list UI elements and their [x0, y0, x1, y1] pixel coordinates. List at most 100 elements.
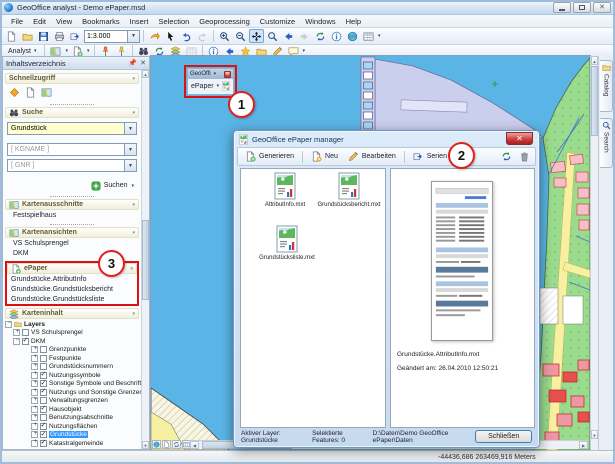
quick-diamond-icon[interactable] — [9, 87, 20, 98]
toolbar-overflow-icon[interactable]: ▾ — [377, 33, 382, 39]
tree-row-layers-root[interactable]: Layers — [5, 320, 139, 329]
expand-icon[interactable] — [31, 380, 38, 387]
layer-checkbox[interactable] — [40, 423, 47, 430]
layer-checkbox[interactable] — [40, 380, 47, 387]
tab-catalog[interactable]: Catalog — [600, 60, 613, 112]
menu-bookmarks[interactable]: Bookmarks — [77, 17, 125, 26]
tree-row-layer[interactable]: Grenzpunkte — [5, 346, 139, 355]
scale-dropdown-icon[interactable]: ▼ — [127, 31, 139, 42]
dropdown-icon[interactable]: ▼ — [124, 160, 136, 171]
expand-icon[interactable] — [31, 372, 38, 379]
menu-windows[interactable]: Windows — [300, 17, 340, 26]
tree-row-layer[interactable]: Nutzungssymbole — [5, 371, 139, 380]
layout-view-button[interactable] — [162, 440, 171, 449]
pan-tool-button[interactable] — [249, 29, 264, 43]
menu-edit[interactable]: Edit — [28, 17, 51, 26]
chevron-down-icon[interactable]: ▾ — [130, 183, 135, 189]
properties-button[interactable] — [499, 150, 514, 164]
floating-toolbar-titlebar[interactable]: GeoOffi ▾ ✕ — [188, 69, 233, 79]
scroll-up-icon[interactable]: ▲ — [591, 56, 598, 65]
dropdown-icon[interactable]: ▼ — [124, 144, 136, 155]
quick-document-icon[interactable] — [25, 87, 36, 98]
zoom-out-button[interactable] — [233, 29, 248, 43]
expand-icon[interactable] — [31, 423, 38, 430]
extent-item[interactable]: Festspielhaus — [5, 210, 139, 220]
section-map-content[interactable]: Karteninhalt ▾ — [5, 308, 139, 319]
expand-icon[interactable] — [31, 406, 38, 413]
chevron-down-icon[interactable]: ▾ — [213, 71, 218, 77]
tree-row-layer[interactable]: Verwaltungsgrenzen — [5, 397, 139, 406]
layer-checkbox[interactable] — [40, 406, 47, 413]
undo-button[interactable] — [179, 29, 194, 43]
tree-row-layer[interactable]: Sonstige Symbole und Beschriftung — [5, 380, 139, 389]
dialog-close-button[interactable]: ✕ — [506, 132, 533, 145]
search-input[interactable] — [8, 123, 136, 134]
close-icon[interactable]: ✕ — [224, 71, 231, 78]
expand-icon[interactable] — [31, 346, 38, 353]
menu-customize[interactable]: Customize — [255, 17, 300, 26]
template-list-panel[interactable]: AttributInfo.mxt Grundstücksbericht.mxt … — [240, 168, 386, 428]
menu-help[interactable]: Help — [341, 17, 366, 26]
zoom-in-button[interactable] — [217, 29, 232, 43]
minimize-button[interactable] — [553, 2, 571, 13]
scale-input[interactable] — [85, 31, 127, 42]
collapse-icon[interactable] — [13, 338, 20, 345]
layer-checkbox[interactable] — [40, 397, 47, 404]
template-file-item[interactable]: AttributInfo.mxt — [253, 172, 317, 208]
layer-checkbox[interactable] — [22, 338, 29, 345]
section-quick-access[interactable]: Schnellzugriff ▾ — [5, 73, 139, 84]
pin-icon[interactable]: 📌 — [128, 59, 137, 67]
epaper-menu-item[interactable]: ePaper ▾ — [188, 79, 233, 93]
expand-icon[interactable] — [31, 397, 38, 404]
fixed-zoom-in-button[interactable] — [265, 29, 280, 43]
scrollbar-thumb[interactable] — [591, 66, 598, 136]
menu-file[interactable]: File — [6, 17, 28, 26]
tree-row-layer[interactable]: Hausobjekt — [5, 405, 139, 414]
gnr-placeholder[interactable]: [ GNR ] — [8, 162, 34, 169]
menu-insert[interactable]: Insert — [125, 17, 154, 26]
epaper-item[interactable]: Grundstücke.Grundstücksliste — [7, 294, 137, 304]
quick-map-icon[interactable] — [41, 87, 52, 98]
kgname-placeholder[interactable]: [ KGNAME ] — [8, 146, 49, 153]
generate-button[interactable]: Generieren — [241, 149, 298, 164]
expand-icon[interactable] — [31, 355, 38, 362]
redo-button[interactable] — [195, 29, 210, 43]
refresh-view-button[interactable] — [172, 440, 181, 449]
template-file-item[interactable]: Grundstücksliste.mxt — [255, 225, 319, 261]
expand-icon[interactable] — [31, 414, 38, 421]
data-view-button[interactable] — [152, 440, 161, 449]
section-search[interactable]: Suche ▾ — [5, 107, 139, 118]
refresh-view-button[interactable] — [147, 29, 162, 43]
save-button[interactable] — [36, 29, 51, 43]
select-features-button[interactable] — [313, 29, 328, 43]
layer-checkbox[interactable] — [22, 329, 29, 336]
full-extent-button[interactable] — [345, 29, 360, 43]
maximize-button[interactable] — [573, 2, 591, 13]
scroll-down-icon[interactable]: ▼ — [142, 441, 149, 449]
template-file-item[interactable]: Grundstücksbericht.mxt — [317, 172, 381, 208]
dialog-close-action-button[interactable]: Schließen — [475, 430, 532, 443]
close-icon[interactable]: ✕ — [140, 59, 146, 67]
layer-checkbox[interactable] — [40, 346, 47, 353]
open-button[interactable] — [20, 29, 35, 43]
tree-row-layer[interactable]: Festpunkte — [5, 354, 139, 363]
layer-checkbox[interactable] — [40, 372, 47, 379]
identify-button[interactable] — [329, 29, 344, 43]
chevron-down-icon[interactable]: ▾ — [64, 48, 69, 54]
select-cursor-button[interactable] — [163, 29, 178, 43]
chevron-down-icon[interactable]: ▾ — [86, 48, 91, 54]
edit-button[interactable]: Bearbeiten — [344, 149, 400, 164]
epaper-item[interactable]: Grundstücke.Grundstücksbericht — [7, 284, 137, 294]
tree-row-layer[interactable]: Katastralgemeinde — [5, 439, 139, 448]
section-map-views[interactable]: Kartenansichten ▾ — [5, 227, 139, 238]
previous-extent-button[interactable] — [281, 29, 296, 43]
expand-icon[interactable] — [31, 389, 38, 396]
expand-icon[interactable] — [31, 363, 38, 370]
tree-row-layer[interactable]: Nutzungs und Sonstige Grenzen — [5, 388, 139, 397]
layer-checkbox[interactable] — [40, 355, 47, 362]
menu-selection[interactable]: Selection — [153, 17, 194, 26]
dialog-titlebar[interactable]: GeoOffice ePaper manager — [234, 131, 539, 147]
delete-button[interactable] — [517, 150, 532, 164]
new-button[interactable]: Neu — [307, 149, 342, 164]
attribute-table-button[interactable] — [361, 29, 376, 43]
